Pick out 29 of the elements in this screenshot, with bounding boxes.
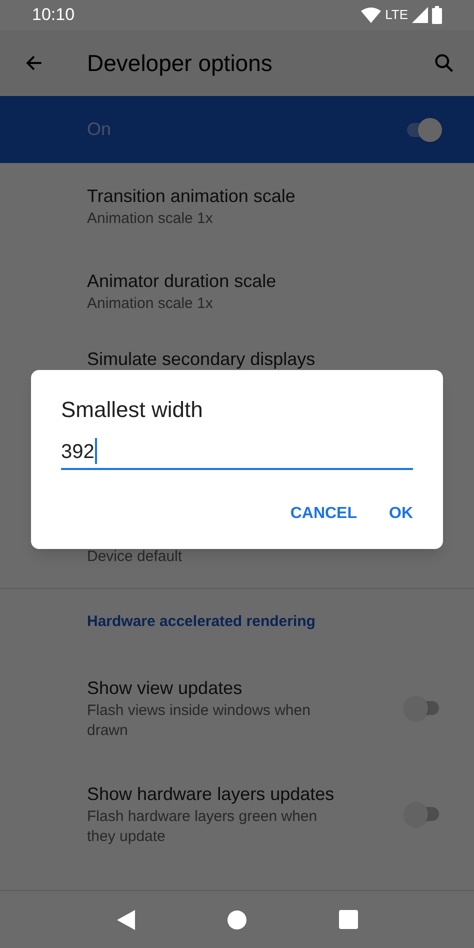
- setting-summary: Flash hardware layers green when they update: [87, 807, 318, 847]
- signal-icon: [412, 7, 428, 23]
- section-header: Hardware accelerated rendering: [87, 612, 316, 632]
- wifi-icon: [361, 7, 382, 23]
- status-time: 10:10: [32, 4, 75, 26]
- battery-icon: [432, 6, 442, 24]
- setting-summary: Flash views inside windows when drawn: [87, 701, 312, 741]
- main-switch-bar[interactable]: On: [0, 96, 474, 163]
- setting-title: Show view updates: [87, 677, 242, 700]
- page-title: Developer options: [87, 48, 274, 78]
- back-nav-icon[interactable]: [116, 908, 136, 930]
- setting-row[interactable]: Animator duration scale Animation scale 1x: [0, 248, 474, 333]
- dialog-title: Smallest width: [61, 396, 203, 424]
- setting-row[interactable]: Show hardware layers updates Flash hardware layers green when they update: [0, 761, 474, 867]
- setting-row[interactable]: Show view updates Flash views inside windows when drawn: [0, 655, 474, 761]
- network-label: LTE: [385, 6, 408, 24]
- home-nav-icon[interactable]: [227, 910, 248, 930]
- input-field[interactable]: 392: [61, 438, 413, 470]
- dialog-button[interactable]: OK: [377, 496, 425, 532]
- setting-title: Animator duration scale: [87, 270, 276, 292]
- dialog-button[interactable]: CANCEL: [278, 496, 369, 532]
- setting-summary: Animation scale 1x: [87, 294, 213, 314]
- setting-title: Show hardware layers updates: [87, 783, 334, 806]
- setting-row[interactable]: Transition animation scale Animation scale 1x: [0, 163, 474, 248]
- setting-title: Transition animation scale: [87, 184, 296, 208]
- recents-nav-icon[interactable]: [339, 910, 358, 929]
- setting-summary: Animation scale 1x: [87, 208, 213, 228]
- switch-label: On: [87, 118, 112, 141]
- search-icon: [433, 52, 455, 74]
